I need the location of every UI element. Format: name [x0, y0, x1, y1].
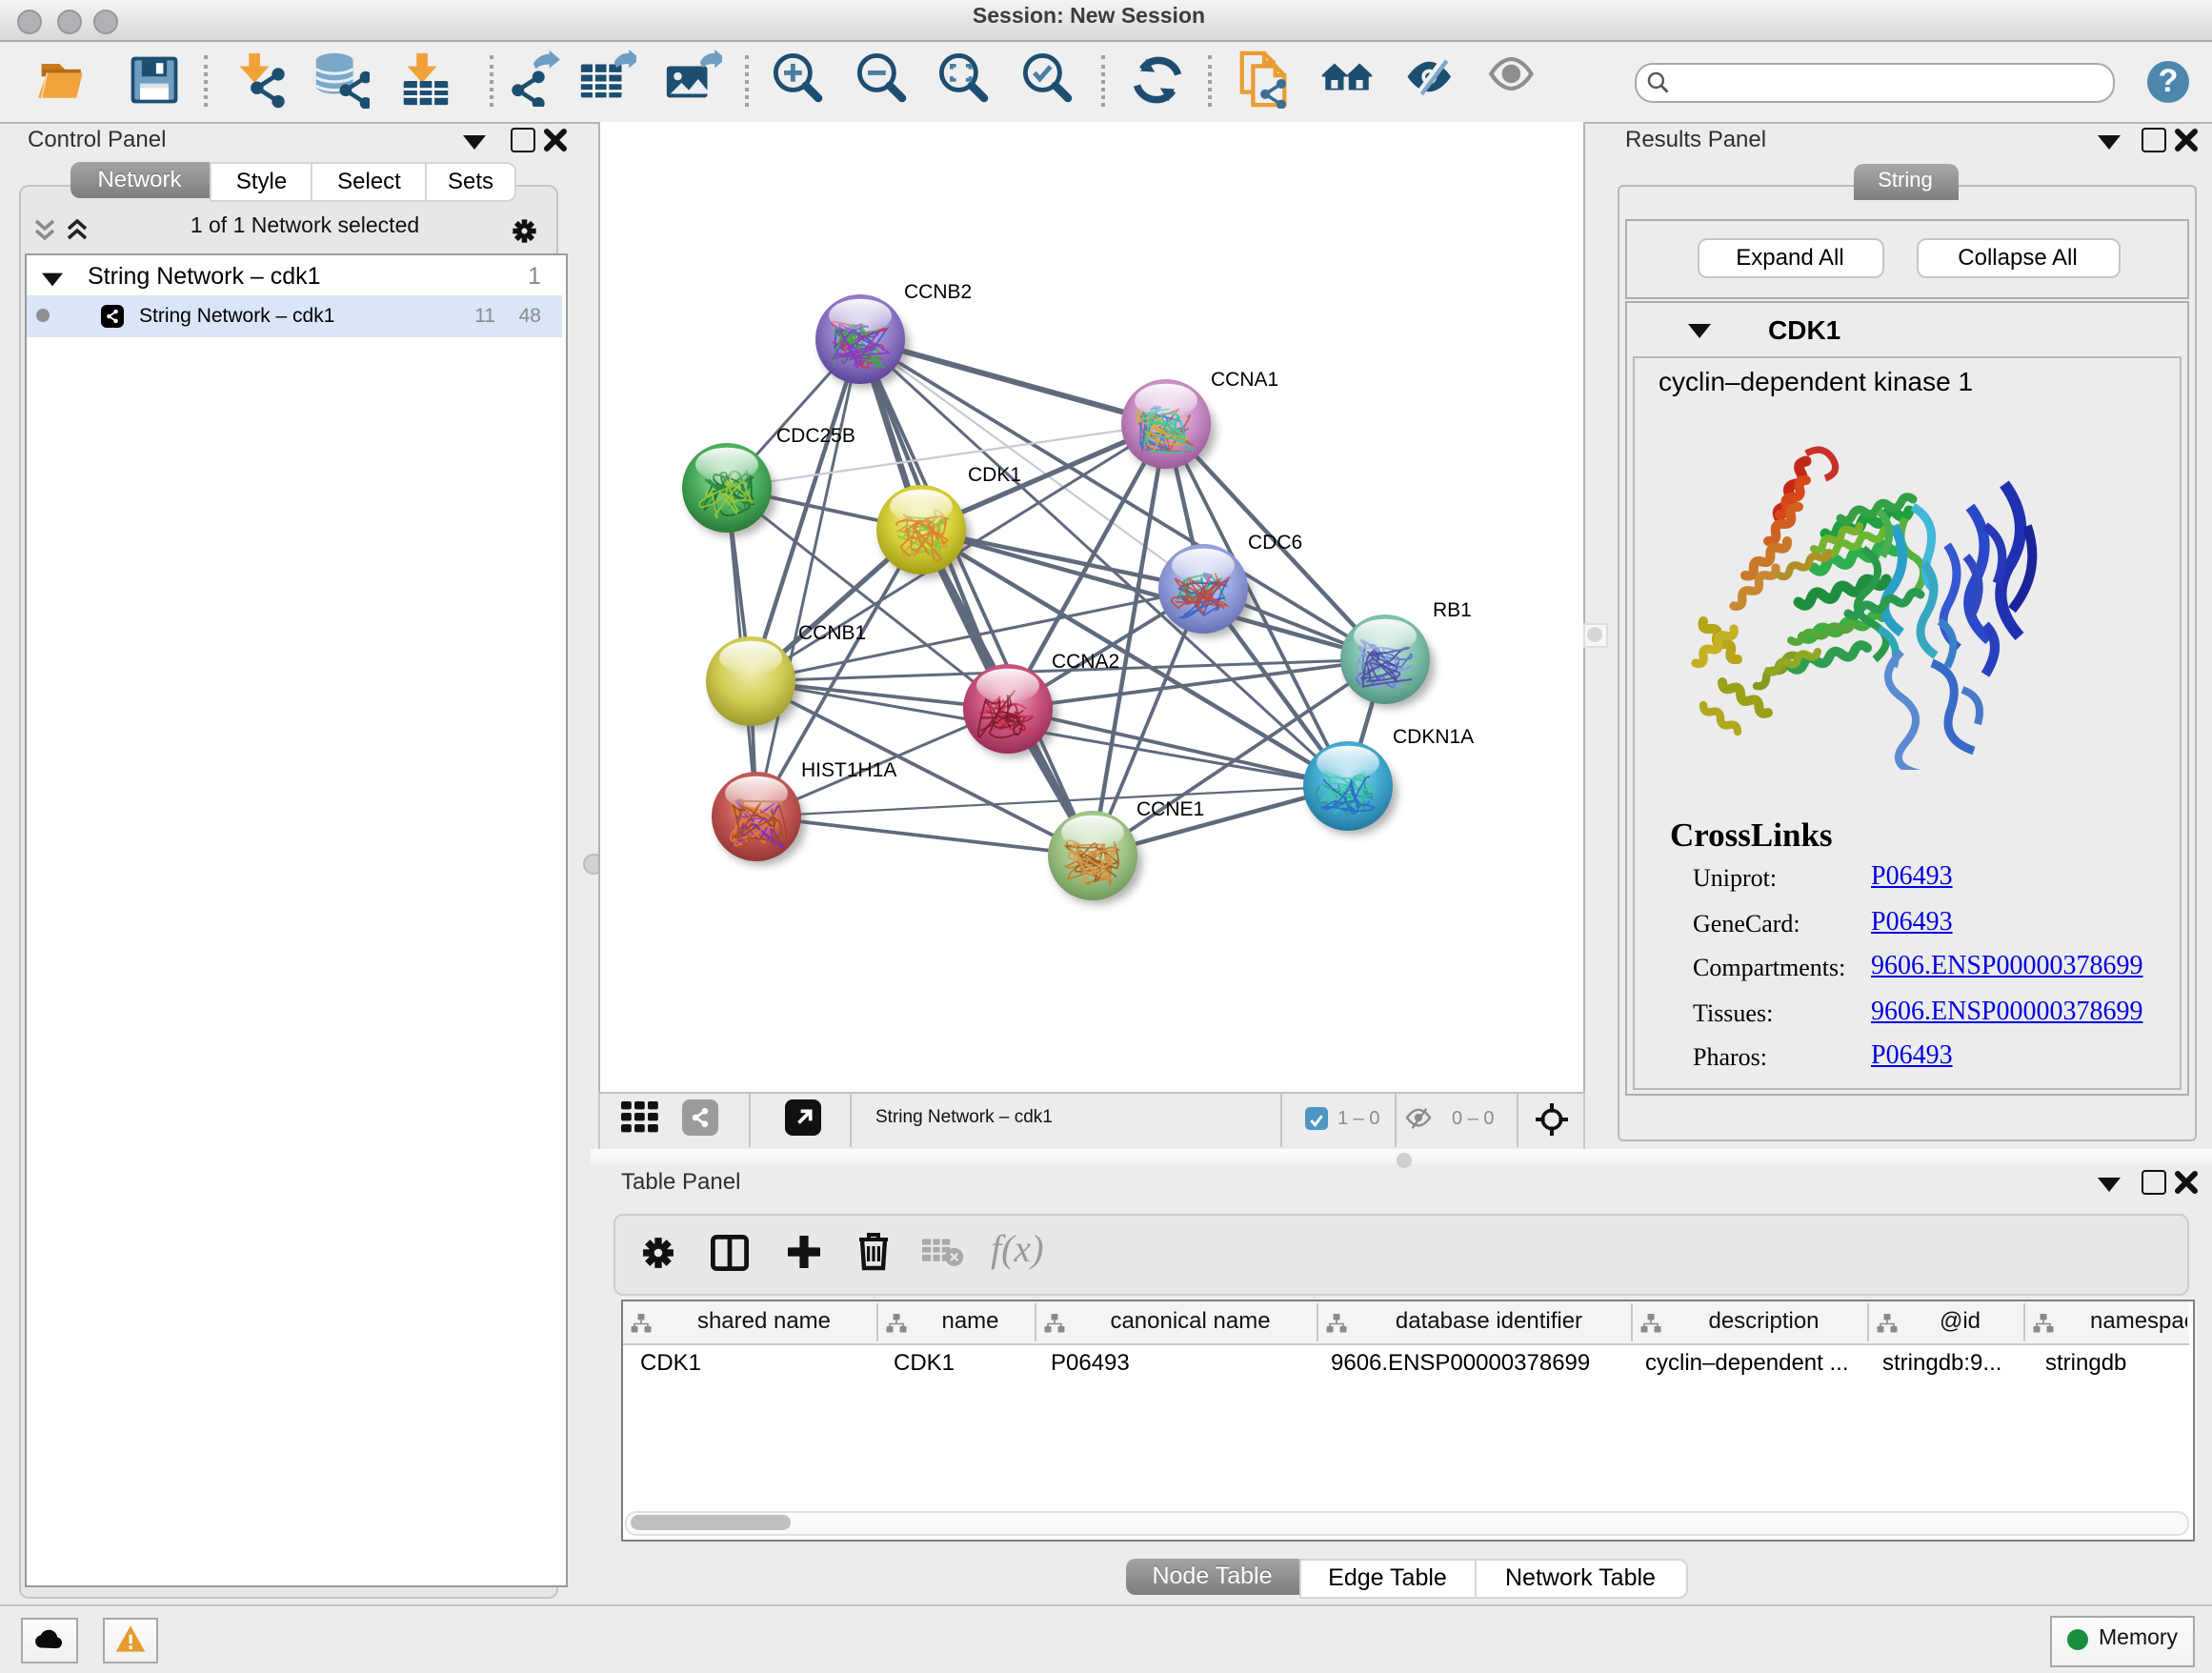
svg-text:CCNB2: CCNB2: [904, 281, 972, 303]
svg-text:HIST1H1A: HIST1H1A: [801, 759, 896, 781]
svg-text:CDKN1A: CDKN1A: [1393, 726, 1474, 748]
svg-text:CDK1: CDK1: [968, 464, 1021, 486]
svg-text:CCNA2: CCNA2: [1052, 651, 1119, 673]
svg-text:CCNB1: CCNB1: [798, 622, 866, 644]
svg-text:CCNA1: CCNA1: [1211, 369, 1278, 391]
svg-text:CCNE1: CCNE1: [1136, 798, 1204, 820]
svg-text:CDC6: CDC6: [1248, 532, 1302, 554]
svg-text:RB1: RB1: [1433, 599, 1472, 621]
svg-text:CDC25B: CDC25B: [776, 425, 855, 447]
